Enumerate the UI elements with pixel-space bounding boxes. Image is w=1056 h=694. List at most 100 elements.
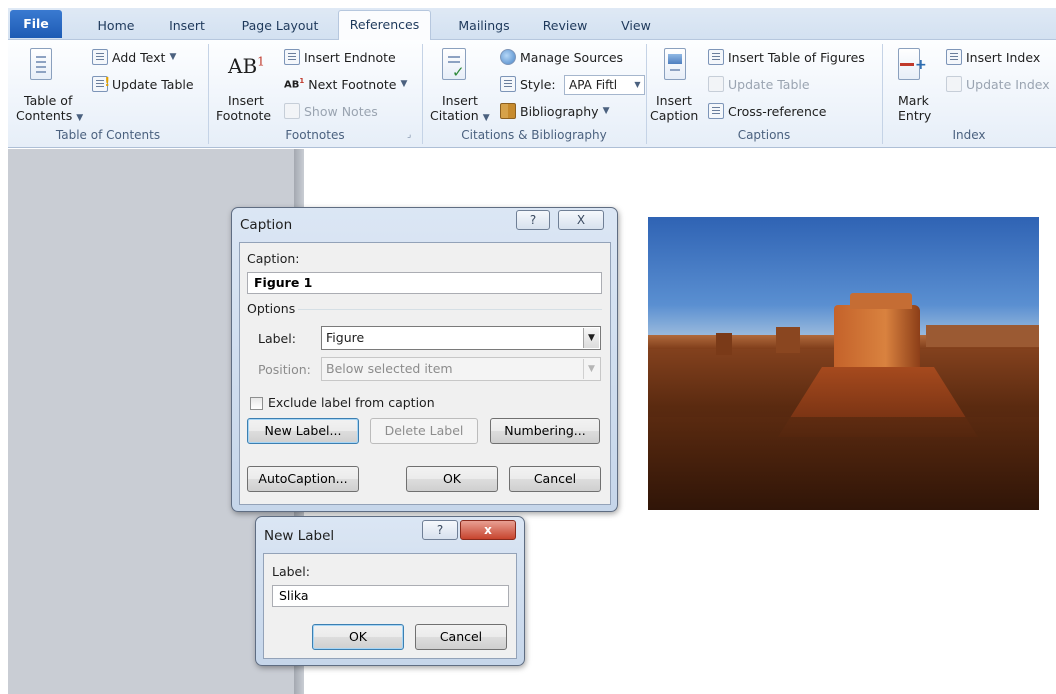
update-table-toc-label: Update Table: [112, 76, 194, 92]
cross-reference-button[interactable]: Cross-reference: [708, 100, 826, 122]
close-button[interactable]: x: [460, 520, 516, 540]
mark-entry-icon: +: [898, 48, 927, 80]
caption-dialog-body: Caption: Figure 1 Options Label: Figure …: [239, 242, 611, 505]
caption-dialog-title: Caption: [240, 217, 293, 233]
dialog-launcher-icon[interactable]: ⌟: [407, 130, 411, 140]
table-of-contents-label-2: Contents: [16, 108, 73, 123]
chevron-down-icon: ▼: [76, 113, 84, 123]
style-label: Style:: [520, 76, 556, 92]
globe-icon: [500, 49, 516, 65]
show-notes-icon: [284, 103, 300, 119]
chevron-down-icon[interactable]: ▼: [583, 328, 599, 348]
show-notes-label: Show Notes: [304, 103, 378, 119]
close-icon: X: [576, 213, 586, 227]
close-button[interactable]: X: [558, 210, 604, 230]
chevron-down-icon: ▼: [400, 79, 408, 89]
bibliography-button[interactable]: Bibliography ▼: [500, 100, 610, 122]
exclude-label-text[interactable]: Exclude label from caption: [268, 395, 435, 410]
group-label-table-of-contents: Table of Contents: [55, 128, 161, 142]
footnote-ab-icon: AB1: [228, 54, 265, 78]
position-select-value: Below selected item: [326, 361, 453, 376]
new-label-input[interactable]: Slika: [272, 585, 509, 607]
tab-page-layout[interactable]: Page Layout: [233, 14, 327, 40]
new-label-dialog: New Label ? x Label: Slika OK Cancel: [255, 516, 525, 666]
table-of-contents-label-1: Table of: [24, 93, 73, 108]
tab-insert[interactable]: Insert: [158, 14, 216, 40]
caption-field-label: Caption:: [247, 251, 300, 266]
style-icon: [500, 76, 516, 92]
style-selector: Style:: [500, 73, 556, 95]
cancel-button[interactable]: Cancel: [509, 466, 601, 492]
new-label-field-label: Label:: [272, 564, 310, 579]
index-icon: [946, 49, 962, 65]
insert-footnote-label-2: Footnote: [216, 108, 272, 123]
exclude-label-checkbox[interactable]: [250, 397, 263, 410]
group-label-footnotes: Footnotes: [285, 128, 345, 142]
next-footnote-button[interactable]: AB1 Next Footnote ▼: [284, 73, 407, 95]
options-label: Options: [247, 301, 296, 316]
add-text-button[interactable]: Add Text ▼: [92, 46, 176, 68]
help-icon: ?: [529, 213, 537, 227]
cancel-button[interactable]: Cancel: [415, 624, 507, 650]
tab-home[interactable]: Home: [88, 14, 144, 40]
manage-sources-button[interactable]: Manage Sources: [500, 46, 623, 68]
document-lines-icon: [30, 48, 52, 80]
document-image[interactable]: [648, 217, 1039, 510]
endnote-icon: [284, 49, 300, 65]
help-button[interactable]: ?: [516, 210, 550, 230]
update-index-label: Update Index: [966, 76, 1050, 92]
help-button[interactable]: ?: [422, 520, 458, 540]
insert-caption-label-2: Caption: [650, 108, 699, 123]
help-icon: ?: [436, 523, 444, 537]
insert-table-of-figures-button[interactable]: Insert Table of Figures: [708, 46, 865, 68]
chevron-down-icon[interactable]: ▼: [583, 359, 599, 379]
position-field-label: Position:: [258, 362, 311, 377]
chevron-down-icon: ▼: [169, 52, 177, 62]
style-combo[interactable]: APA Fiftl ▼: [564, 75, 645, 95]
label-field-label: Label:: [258, 331, 296, 346]
label-select[interactable]: Figure ▼: [321, 326, 601, 350]
close-icon: x: [484, 523, 492, 537]
position-select[interactable]: Below selected item ▼: [321, 357, 601, 381]
update-table-captions-label: Update Table: [728, 76, 810, 92]
new-label-dialog-title: New Label: [264, 528, 335, 544]
ok-button[interactable]: OK: [312, 624, 404, 650]
cross-reference-icon: [708, 103, 724, 119]
ribbon-tab-bar: File Home Insert Page Layout References …: [8, 8, 1056, 41]
tab-file[interactable]: File: [10, 10, 62, 38]
tab-references[interactable]: References: [338, 10, 431, 41]
autocaption-button[interactable]: AutoCaption...: [247, 466, 359, 492]
tab-review[interactable]: Review: [534, 14, 596, 40]
update-index-icon: [946, 76, 962, 92]
tab-view[interactable]: View: [612, 14, 660, 40]
footnote-ab-glyph: AB: [228, 54, 258, 78]
insert-caption-label-1: Insert: [656, 93, 692, 108]
label-select-value: Figure: [326, 330, 365, 345]
footnote-superscript: 1: [257, 54, 265, 69]
ok-button[interactable]: OK: [406, 466, 498, 492]
insert-index-button[interactable]: Insert Index: [946, 46, 1040, 68]
cross-reference-label: Cross-reference: [728, 103, 827, 119]
book-icon: [500, 103, 516, 119]
insert-footnote-label-1: Insert: [228, 93, 264, 108]
tab-mailings[interactable]: Mailings: [448, 14, 520, 40]
new-label-button[interactable]: New Label...: [247, 418, 359, 444]
caption-dialog: Caption ? X Caption: Figure 1 Options La…: [231, 207, 618, 512]
chevron-down-icon: ▼: [634, 80, 641, 89]
show-notes-button[interactable]: Show Notes: [284, 100, 378, 122]
update-table-icon: [92, 75, 110, 92]
caption-input[interactable]: Figure 1: [247, 272, 602, 294]
new-label-dialog-body: Label: Slika OK Cancel: [263, 553, 517, 659]
insert-endnote-button[interactable]: Insert Endnote: [284, 46, 396, 68]
options-divider: [298, 309, 602, 310]
delete-label-button[interactable]: Delete Label: [370, 418, 478, 444]
ribbon: Table of Contents ▼ Add Text ▼ Update Ta…: [8, 40, 1056, 148]
update-table-captions-button[interactable]: Update Table: [708, 73, 810, 95]
update-table-toc-button[interactable]: Update Table: [92, 73, 194, 95]
numbering-button[interactable]: Numbering...: [490, 418, 600, 444]
add-text-label: Add Text: [112, 49, 166, 65]
group-label-captions: Captions: [737, 128, 791, 142]
next-footnote-label: Next Footnote: [308, 76, 397, 92]
update-table-icon: [708, 76, 724, 92]
update-index-button[interactable]: Update Index: [946, 73, 1050, 95]
